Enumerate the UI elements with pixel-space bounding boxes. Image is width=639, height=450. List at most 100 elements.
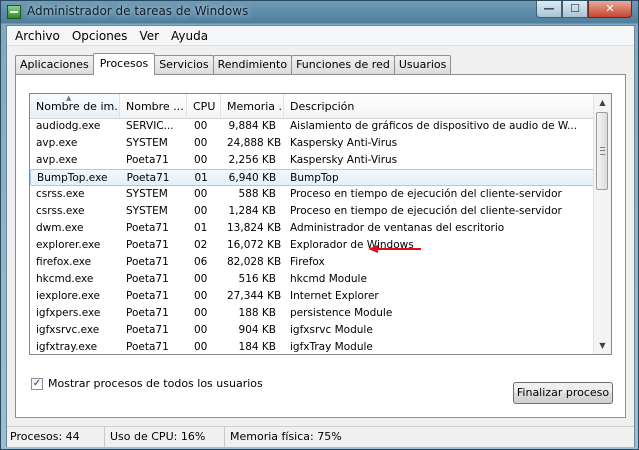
table-row[interactable]: igfxpers.exe Poeta71 00 188 KB persistence M… — [30, 305, 596, 322]
end-process-button[interactable]: Finalizar proceso — [513, 382, 613, 404]
maximize-button[interactable]: ☐ — [562, 1, 588, 18]
process-name-cell: explorer.exe — [36, 239, 101, 251]
description-cell: Explorador de Windows — [290, 239, 414, 251]
table-row[interactable]: BumpTop.exe Poeta71 01 6,940 KB BumpTop — [30, 169, 596, 186]
table-row[interactable]: firefox.exe Poeta71 06 82,028 KB Firefox — [30, 254, 596, 271]
process-name-cell: igfxtray.exe — [36, 341, 98, 353]
description-cell: Internet Explorer — [290, 290, 379, 302]
tab-rendimiento[interactable]: Rendimiento — [212, 55, 293, 74]
column-header-label: Descripción — [290, 100, 355, 113]
table-row[interactable]: audiodg.exe SERVIC... 00 9,884 KB Aislamient… — [30, 118, 596, 135]
vertical-scrollbar[interactable]: ▲ ▼ — [593, 94, 611, 354]
memory-cell: 516 KB — [238, 273, 276, 285]
tab-aplicaciones[interactable]: Aplicaciones — [15, 55, 94, 74]
user-name-cell: SYSTEM — [126, 205, 168, 217]
user-name-cell: Poeta71 — [126, 273, 169, 285]
user-name-cell: Poeta71 — [126, 341, 169, 353]
menu-ayuda[interactable]: Ayuda — [165, 26, 214, 45]
cpu-cell: 00 — [194, 188, 208, 200]
table-row[interactable]: csrss.exe SYSTEM 00 1,284 KB Proceso en tiem… — [30, 203, 596, 220]
memory-cell: 13,824 KB — [227, 222, 282, 234]
table-row[interactable]: igfxtray.exe Poeta71 00 184 KB igfxTray Modu… — [30, 339, 596, 354]
status-physical-memory: Memoria física: 75% — [230, 430, 342, 443]
menu-archivo[interactable]: Archivo — [9, 26, 66, 45]
description-cell: persistence Module — [290, 307, 393, 319]
process-name-cell: audiodg.exe — [36, 120, 101, 132]
cpu-cell: 01 — [194, 222, 208, 234]
process-name-cell: csrss.exe — [36, 188, 85, 200]
table-row[interactable]: dwm.exe Poeta71 01 13,824 KB Administrador d… — [30, 220, 596, 237]
client-area: Archivo Opciones Ver Ayuda Aplicaciones … — [6, 25, 635, 447]
memory-cell: 588 KB — [238, 188, 276, 200]
table-row[interactable]: igfxsrvc.exe Poeta71 00 904 KB igfxsrvc Modu… — [30, 322, 596, 339]
cpu-cell: 00 — [194, 273, 208, 285]
column-header-row: ▲ Nombre de im... Nombre ... CPU Memoria… — [30, 94, 596, 119]
tab-servicios[interactable]: Servicios — [154, 55, 214, 74]
column-header-label: Memoria ... — [227, 100, 284, 113]
title-bar[interactable]: Administrador de tareas de Windows — ☐ ✕ — [1, 1, 638, 23]
memory-cell: 2,256 KB — [228, 154, 277, 166]
show-all-users-option[interactable]: ✓ Mostrar procesos de todos los usuarios — [31, 377, 263, 390]
table-row[interactable]: iexplore.exe Poeta71 00 27,344 KB Internet E… — [30, 288, 596, 305]
cpu-cell: 00 — [194, 324, 208, 336]
column-header-cpu[interactable]: CPU — [187, 94, 221, 118]
user-name-cell: SYSTEM — [126, 188, 168, 200]
table-row[interactable]: explorer.exe Poeta71 02 16,072 KB Explorador… — [30, 237, 596, 254]
minimize-button[interactable]: — — [536, 1, 562, 18]
memory-cell: 82,028 KB — [227, 256, 282, 268]
scroll-down-icon[interactable]: ▼ — [594, 337, 611, 354]
user-name-cell: Poeta71 — [126, 307, 169, 319]
memory-cell: 24,888 KB — [227, 137, 282, 149]
menu-opciones[interactable]: Opciones — [66, 26, 134, 45]
cpu-cell: 06 — [194, 256, 208, 268]
close-button[interactable]: ✕ — [588, 1, 632, 18]
tab-funciones-de-red[interactable]: Funciones de red — [291, 55, 395, 74]
description-cell: Proceso en tiempo de ejecución del clien… — [290, 205, 562, 217]
table-row[interactable]: hkcmd.exe Poeta71 00 516 KB hkcmd Module — [30, 271, 596, 288]
column-header-description[interactable]: Descripción — [284, 94, 596, 118]
memory-cell: 9,884 KB — [228, 120, 277, 132]
table-row[interactable]: avp.exe Poeta71 00 2,256 KB Kaspersky Anti-V… — [30, 152, 596, 169]
user-name-cell: Poeta71 — [126, 290, 169, 302]
tab-usuarios[interactable]: Usuarios — [393, 55, 452, 74]
column-header-image-name[interactable]: ▲ Nombre de im... — [30, 94, 120, 118]
cpu-cell: 00 — [194, 341, 208, 353]
scroll-up-icon[interactable]: ▲ — [594, 94, 611, 111]
memory-cell: 27,344 KB — [227, 290, 282, 302]
memory-cell: 904 KB — [238, 324, 276, 336]
status-cpu-usage: Uso de CPU: 16% — [105, 427, 225, 447]
cpu-cell: 00 — [194, 137, 208, 149]
process-name-cell: csrss.exe — [36, 205, 85, 217]
description-cell: BumpTop — [290, 172, 339, 184]
description-cell: hkcmd Module — [290, 273, 367, 285]
process-name-cell: dwm.exe — [36, 222, 84, 234]
description-cell: Aislamiento de gráficos de dispositivo d… — [290, 120, 578, 132]
process-list[interactable]: ▲ Nombre de im... Nombre ... CPU Memoria… — [29, 93, 612, 355]
cpu-cell: 01 — [194, 172, 208, 184]
memory-cell: 1,284 KB — [228, 205, 277, 217]
table-row[interactable]: csrss.exe SYSTEM 00 588 KB Proceso en tiempo… — [30, 186, 596, 203]
description-cell: Kaspersky Anti-Virus — [290, 154, 398, 166]
menu-ver[interactable]: Ver — [133, 26, 165, 45]
column-header-user-name[interactable]: Nombre ... — [120, 94, 187, 118]
description-cell: Proceso en tiempo de ejecución del clien… — [290, 188, 562, 200]
process-name-cell: avp.exe — [36, 154, 78, 166]
scroll-thumb[interactable] — [596, 112, 608, 190]
window-title: Administrador de tareas de Windows — [27, 4, 249, 18]
process-name-cell: firefox.exe — [36, 256, 92, 268]
process-name-cell: igfxpers.exe — [36, 307, 101, 319]
status-bar: Procesos: 44 Uso de CPU: 16% Memoria fís… — [7, 426, 634, 447]
column-header-memory[interactable]: Memoria ... — [221, 94, 284, 118]
user-name-cell: Poeta71 — [126, 239, 169, 251]
user-name-cell: Poeta71 — [126, 172, 170, 184]
user-name-cell: SERVIC... — [126, 120, 174, 132]
show-all-users-checkbox[interactable]: ✓ — [31, 377, 43, 390]
tab-procesos[interactable]: Procesos — [92, 53, 156, 75]
description-cell: igfxTray Module — [290, 341, 373, 353]
table-row[interactable]: avp.exe SYSTEM 00 24,888 KB Kaspersky Anti-V… — [30, 135, 596, 152]
process-name-cell: BumpTop.exe — [37, 172, 108, 184]
tab-strip: Aplicaciones Procesos Servicios Rendimie… — [15, 53, 452, 75]
processes-panel: ▲ Nombre de im... Nombre ... CPU Memoria… — [15, 74, 626, 418]
process-name-cell: hkcmd.exe — [36, 273, 94, 285]
memory-cell: 6,940 KB — [228, 172, 277, 184]
